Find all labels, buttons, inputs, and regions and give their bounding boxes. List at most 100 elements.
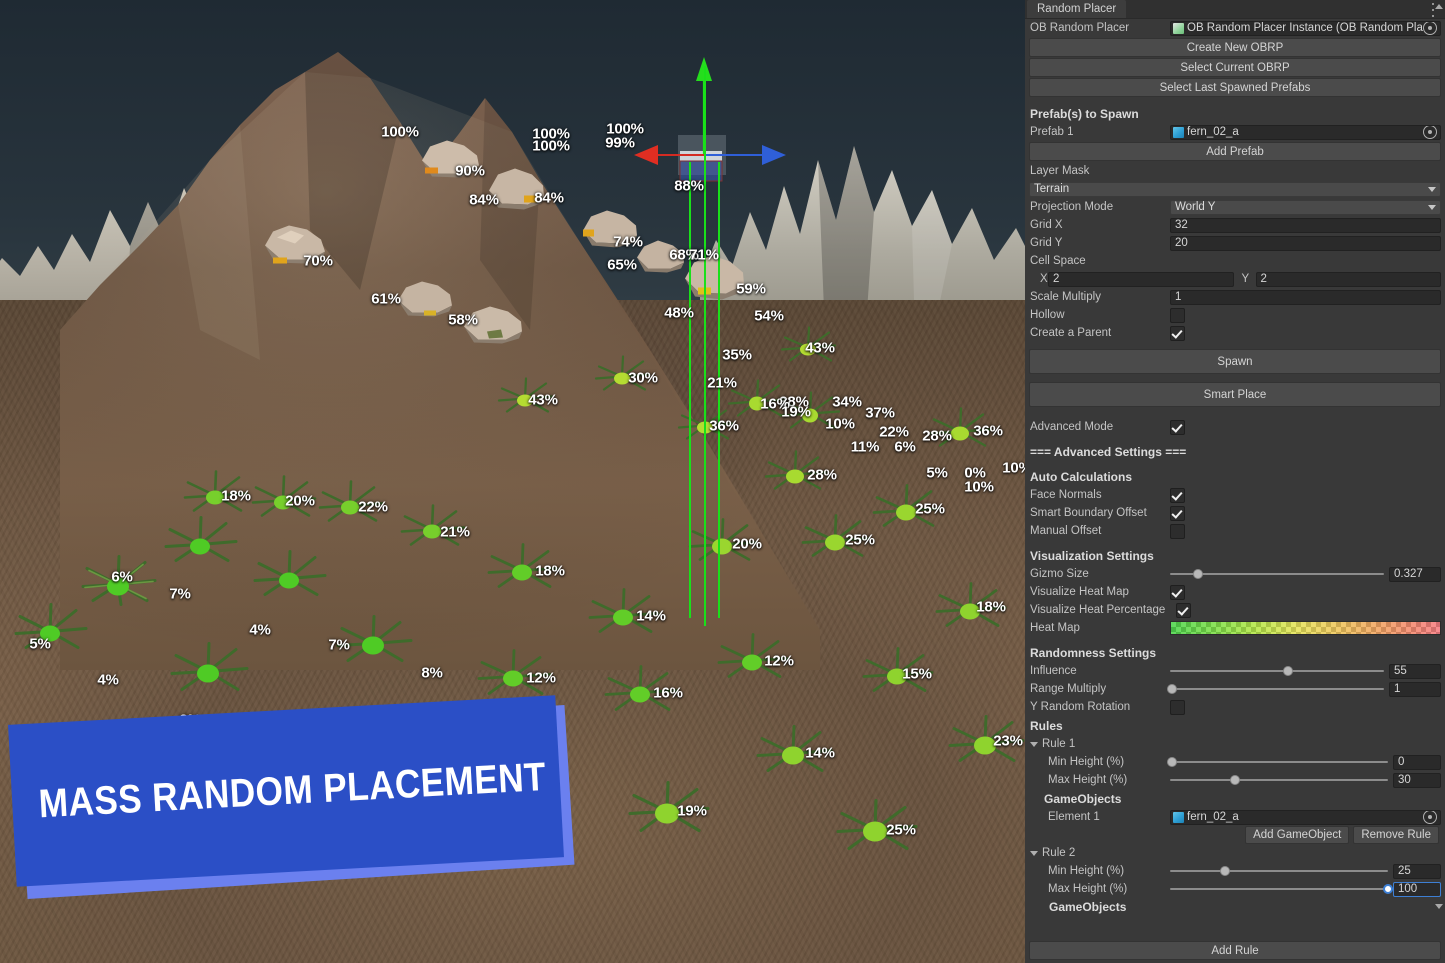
- fern-instance: [596, 660, 684, 721]
- smart-boundary-offset-label: Smart Boundary Offset: [1030, 507, 1147, 519]
- cell-space-y-label: Y: [1241, 273, 1250, 285]
- grid-x-row: Grid X 32: [1025, 216, 1445, 234]
- visualize-heat-percentage-checkbox[interactable]: [1176, 602, 1191, 618]
- add-prefab-button[interactable]: Add Prefab: [1029, 142, 1441, 161]
- prefab-1-field[interactable]: fern_02_a: [1170, 124, 1441, 140]
- transform-gizmo[interactable]: [620, 55, 850, 285]
- rule-1-element-1-row: Element 1 fern_02_a: [1025, 808, 1445, 826]
- gizmo-size-input[interactable]: 0.327: [1389, 566, 1441, 582]
- rule-1-max-height-slider[interactable]: [1170, 774, 1388, 787]
- cell-space-x-input[interactable]: 2: [1048, 271, 1234, 287]
- fern-instance: [795, 510, 875, 567]
- create-parent-checkbox[interactable]: [1170, 325, 1185, 341]
- grid-y-input[interactable]: 20: [1170, 235, 1441, 251]
- select-last-spawned-prefabs-button[interactable]: Select Last Spawned Prefabs: [1029, 78, 1441, 97]
- face-normals-checkbox[interactable]: [1170, 487, 1185, 503]
- scene-viewport[interactable]: 100% 100% 100% 100% 99% 90% 84% 84% 88% 70% 74% 68%…: [0, 0, 1025, 963]
- influence-input[interactable]: 55: [1389, 663, 1441, 679]
- rule-2-min-height-slider[interactable]: [1170, 865, 1388, 878]
- script-icon: [1173, 22, 1184, 34]
- rule-2-max-height-input[interactable]: 100: [1393, 881, 1441, 897]
- y-random-rotation-row: Y Random Rotation: [1025, 698, 1445, 716]
- rule-2-min-height-input[interactable]: 25: [1393, 863, 1441, 879]
- prefab-1-value: fern_02_a: [1187, 126, 1239, 138]
- create-parent-label: Create a Parent: [1030, 327, 1112, 339]
- layer-mask-dropdown[interactable]: Terrain: [1029, 181, 1441, 197]
- prefab-icon: [1173, 811, 1184, 823]
- layer-mask-row: Layer Mask: [1025, 162, 1445, 180]
- chevron-down-icon: [1030, 741, 1038, 747]
- create-new-obrp-button[interactable]: Create New OBRP: [1029, 38, 1441, 57]
- influence-label: Influence: [1030, 665, 1077, 677]
- cell-space-row: Cell Space: [1025, 252, 1445, 270]
- range-multiply-input[interactable]: 1: [1389, 681, 1441, 697]
- y-random-rotation-label: Y Random Rotation: [1030, 701, 1131, 713]
- ob-random-placer-row: OB Random Placer OB Random Placer Instan…: [1025, 19, 1445, 37]
- fern-instance: [246, 545, 332, 606]
- fern-instance: [827, 793, 923, 860]
- cell-space-y-input[interactable]: 2: [1255, 271, 1441, 287]
- rule-1-max-height-input[interactable]: 30: [1393, 772, 1441, 788]
- range-multiply-slider[interactable]: [1167, 683, 1384, 696]
- gizmo-size-slider[interactable]: [1170, 568, 1384, 581]
- rule-1-element-1-field[interactable]: fern_02_a: [1170, 809, 1441, 825]
- heat-map-gradient[interactable]: [1170, 621, 1441, 635]
- scroll-up-arrow-icon[interactable]: [1435, 4, 1443, 9]
- advanced-mode-checkbox[interactable]: [1170, 419, 1185, 435]
- object-picker-icon[interactable]: [1423, 125, 1437, 139]
- rule-1-foldout[interactable]: Rule 1: [1025, 4, 1445, 753]
- fern-instance: [682, 514, 762, 571]
- object-picker-icon[interactable]: [1423, 810, 1437, 824]
- manual-offset-checkbox[interactable]: [1170, 523, 1185, 539]
- advanced-settings-header: === Advanced Settings ===: [1030, 445, 1187, 459]
- layer-mask-label: Layer Mask: [1030, 165, 1090, 177]
- scroll-down-arrow-icon[interactable]: [1435, 904, 1443, 909]
- gizmo-drop-line: [689, 162, 691, 618]
- visualize-heat-map-checkbox[interactable]: [1170, 584, 1185, 600]
- scale-multiply-input[interactable]: 1: [1170, 289, 1441, 305]
- grid-x-label: Grid X: [1030, 219, 1063, 231]
- cell-space-label: Cell Space: [1030, 255, 1086, 267]
- gizmo-drop-line: [718, 162, 720, 618]
- randomness-settings-header: Randomness Settings: [1030, 646, 1157, 660]
- grid-y-row: Grid Y 20: [1025, 234, 1445, 252]
- select-current-obrp-button[interactable]: Select Current OBRP: [1029, 58, 1441, 77]
- range-multiply-label: Range Multiply: [1030, 683, 1107, 695]
- rule-2-foldout[interactable]: Rule 2: [1025, 844, 1445, 862]
- scale-multiply-row: Scale Multiply 1: [1025, 288, 1445, 306]
- rock-instance: [259, 222, 331, 269]
- layer-mask-value: Terrain: [1034, 183, 1070, 195]
- hollow-checkbox[interactable]: [1170, 307, 1185, 323]
- influence-slider[interactable]: [1170, 665, 1384, 678]
- rule-2-gameobjects-row: GameObjects: [1025, 898, 1445, 916]
- smart-place-button[interactable]: Smart Place: [1029, 382, 1441, 407]
- rule-1-min-height-input[interactable]: 0: [1393, 754, 1441, 770]
- spawn-button[interactable]: Spawn: [1029, 349, 1441, 374]
- y-random-rotation-checkbox[interactable]: [1170, 699, 1185, 715]
- scale-multiply-label: Scale Multiply: [1030, 291, 1101, 303]
- remove-rule-button[interactable]: Remove Rule: [1353, 826, 1439, 844]
- ob-random-placer-field[interactable]: OB Random Placer Instance (OB Random Pla…: [1170, 20, 1441, 36]
- smart-boundary-offset-checkbox[interactable]: [1170, 505, 1185, 521]
- banner-title: MASS RANDOM PLACEMENT: [37, 754, 548, 826]
- add-gameobject-button[interactable]: Add GameObject: [1245, 826, 1350, 844]
- object-picker-icon[interactable]: [1423, 21, 1437, 35]
- visualize-heat-percentage-row: Visualize Heat Percentage: [1025, 601, 1445, 619]
- inspector-panel[interactable]: Random Placer OB Random Placer OB Random…: [1025, 0, 1445, 963]
- rule-1-max-height-row: Max Height (%) 30: [1025, 771, 1445, 789]
- panel-tab-bar: Random Placer: [1025, 0, 1445, 19]
- fern-instance: [855, 643, 939, 702]
- fern-instance: [328, 609, 418, 672]
- tab-random-placer[interactable]: Random Placer: [1027, 0, 1127, 18]
- rule-2-max-height-row: Max Height (%) 100: [1025, 880, 1445, 898]
- ob-random-placer-label: OB Random Placer: [1030, 22, 1130, 34]
- grid-x-input[interactable]: 32: [1170, 217, 1441, 233]
- visualize-heat-map-row: Visualize Heat Map: [1025, 583, 1445, 601]
- add-rule-button[interactable]: Add Rule: [1029, 941, 1441, 960]
- manual-offset-row: Manual Offset: [1025, 522, 1445, 540]
- projection-mode-dropdown[interactable]: World Y: [1170, 199, 1441, 215]
- rule-2-max-height-slider[interactable]: [1170, 883, 1393, 896]
- rule-1-gameobjects-header: GameObjects: [1044, 792, 1122, 806]
- rule-1-min-height-slider[interactable]: [1167, 756, 1388, 769]
- advanced-mode-label: Advanced Mode: [1030, 421, 1114, 433]
